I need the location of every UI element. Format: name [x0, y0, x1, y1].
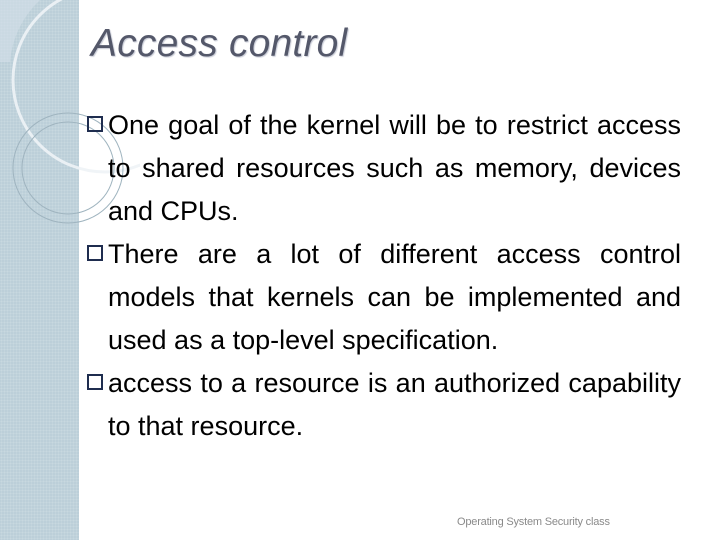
bullet-item: access to a resource is an authorized ca…: [87, 362, 681, 448]
slide-title: Access control: [91, 22, 348, 65]
bullet-item: One goal of the kernel will be to restri…: [87, 104, 681, 233]
square-bullet-icon: [87, 116, 103, 132]
bullet-text: There are a lot of different access cont…: [108, 239, 681, 355]
decorative-sidebar: [0, 0, 79, 540]
bullet-item: There are a lot of different access cont…: [87, 233, 681, 362]
bullet-text: access to a resource is an authorized ca…: [108, 368, 681, 441]
square-bullet-icon: [87, 374, 103, 390]
bullet-text: One goal of the kernel will be to restri…: [108, 110, 681, 226]
square-bullet-icon: [87, 245, 103, 261]
slide-body: One goal of the kernel will be to restri…: [87, 104, 681, 448]
slide-footer: Operating System Security class: [457, 516, 610, 528]
